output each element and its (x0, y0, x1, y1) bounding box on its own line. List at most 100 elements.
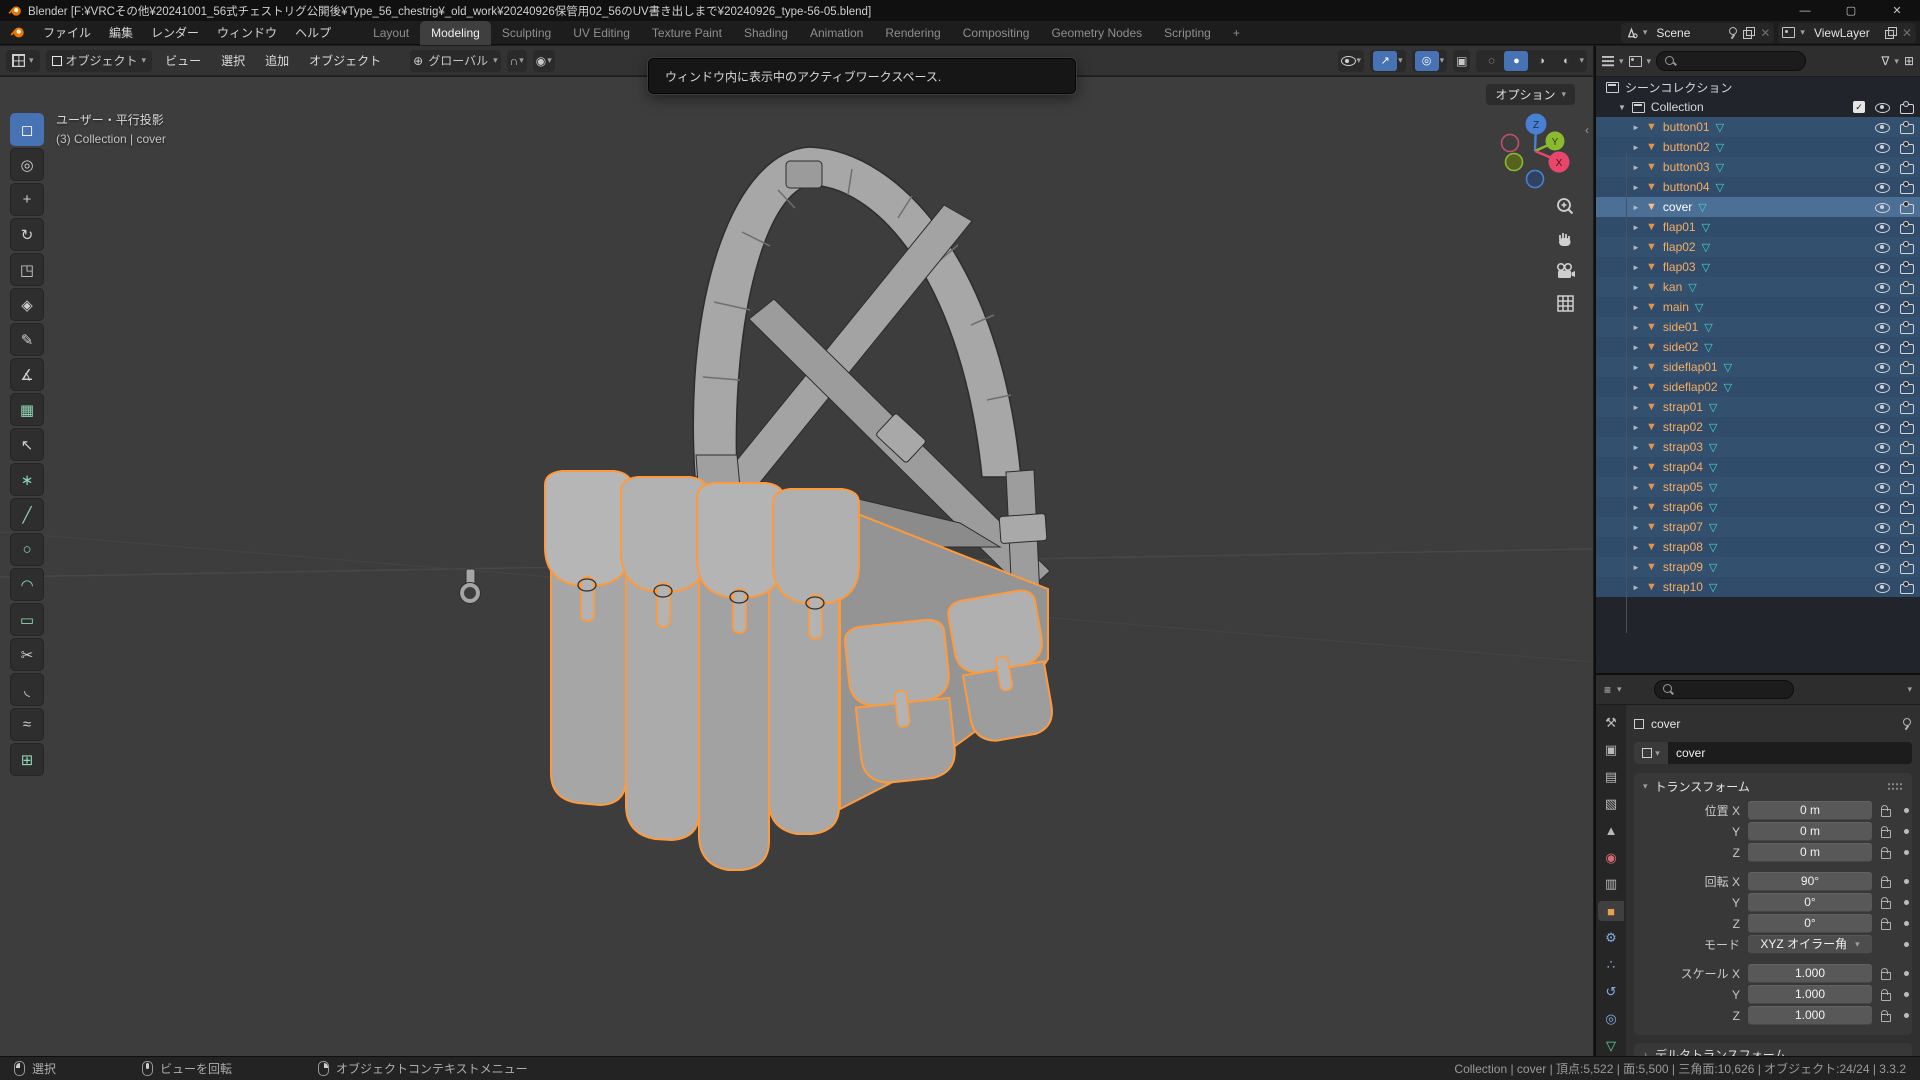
fillet-tool[interactable]: ◟ (10, 673, 44, 706)
transform-panel-header[interactable]: ▾ トランスフォーム (1634, 773, 1912, 799)
minimize-button[interactable]: — (1782, 0, 1828, 21)
hide-eye-icon[interactable] (1875, 322, 1890, 333)
outliner-object-row[interactable]: ► ▼ strap05 ▽ (1596, 477, 1920, 497)
hide-eye-icon[interactable] (1875, 522, 1890, 533)
render-visibility-icon[interactable] (1900, 582, 1914, 593)
workspace-tab[interactable]: Modeling (420, 21, 491, 45)
expand-arrow-icon[interactable]: ► (1632, 203, 1640, 212)
topbar-menu[interactable]: ウィンドウ (208, 21, 286, 45)
render-visibility-icon[interactable] (1900, 262, 1914, 273)
filter-icon[interactable]: ∇ (1881, 54, 1889, 68)
expand-arrow-icon[interactable]: ► (1632, 543, 1640, 552)
outliner-object-row[interactable]: ► ▼ strap07 ▽ (1596, 517, 1920, 537)
hide-eye-icon[interactable] (1875, 582, 1890, 593)
add-point-tool[interactable]: ∗ (10, 463, 44, 496)
animate-dot[interactable] (1904, 971, 1909, 976)
render-visibility-icon[interactable] (1900, 102, 1914, 113)
viewport-menu[interactable]: オブジェクト (302, 52, 388, 69)
expand-arrow-icon[interactable]: ► (1632, 503, 1640, 512)
viewport-menu[interactable]: 追加 (258, 52, 296, 69)
workspace-tab[interactable]: Shading (733, 21, 799, 45)
workspace-tab[interactable]: UV Editing (562, 21, 641, 45)
number-field[interactable]: 1.000 (1748, 1006, 1872, 1025)
transform-tool[interactable]: ◈ (10, 288, 44, 321)
hide-eye-icon[interactable] (1875, 142, 1890, 153)
gizmo-collapse-arrow[interactable]: ‹ (1585, 123, 1589, 137)
chevron-down-icon[interactable]: ▾ (1907, 684, 1912, 695)
animate-dot[interactable] (1904, 850, 1909, 855)
modifiers[interactable]: ⚙ (1598, 928, 1624, 948)
panel-grip-icon[interactable] (1887, 782, 1903, 791)
measure-tool[interactable]: ∡ (10, 358, 44, 391)
object[interactable]: ■ (1598, 901, 1624, 921)
workspace-tab[interactable]: Texture Paint (641, 21, 733, 45)
scene-collection-row[interactable]: シーンコレクション (1596, 77, 1920, 97)
scale-tool[interactable]: ◳ (10, 253, 44, 286)
topbar-menu[interactable]: 編集 (100, 21, 142, 45)
hide-eye-icon[interactable] (1875, 202, 1890, 213)
expand-arrow-icon[interactable]: ► (1632, 583, 1640, 592)
output[interactable]: ▤ (1598, 767, 1624, 787)
add-cube-tool[interactable]: ▦ (10, 393, 44, 426)
lock-icon[interactable] (1880, 805, 1891, 817)
outliner-object-row[interactable]: ► ▼ button04 ▽ (1596, 177, 1920, 197)
expand-arrow-icon[interactable]: ► (1632, 163, 1640, 172)
close-button[interactable]: ✕ (1874, 0, 1920, 21)
workspace-tab[interactable]: Rendering (874, 21, 951, 45)
outliner-object-row[interactable]: ► ▼ strap09 ▽ (1596, 557, 1920, 577)
comb-tool[interactable]: ≈ (10, 708, 44, 741)
viewlayer-selector[interactable]: ▾ ViewLayer ✕ (1778, 23, 1916, 43)
lock-icon[interactable] (1880, 897, 1891, 909)
overlays-toggle[interactable]: ◎▾ (1412, 50, 1448, 72)
display-mode-icon[interactable] (1629, 56, 1642, 67)
xray-toggle[interactable]: ▣ (1453, 50, 1470, 72)
outliner-object-row[interactable]: ► ▼ flap02 ▽ (1596, 237, 1920, 257)
options-dropdown[interactable]: オプション▾ (1486, 84, 1575, 105)
expand-arrow-icon[interactable]: ► (1632, 283, 1640, 292)
workspace-tab[interactable]: Animation (799, 21, 874, 45)
expand-arrow-icon[interactable]: ► (1632, 343, 1640, 352)
topbar-menu[interactable]: ファイル (34, 21, 100, 45)
scene-selector[interactable]: ▾ Scene ✕ (1621, 23, 1775, 43)
editor-type-button[interactable]: ▾ (6, 50, 40, 72)
particles[interactable]: ∴ (1598, 955, 1624, 975)
lock-icon[interactable] (1880, 1010, 1891, 1022)
hide-eye-icon[interactable] (1875, 382, 1890, 393)
outliner-object-row[interactable]: ► ▼ cover ▽ (1596, 197, 1920, 217)
gizmo-negx-button[interactable] (1502, 135, 1519, 152)
outliner-object-row[interactable]: ► ▼ button02 ▽ (1596, 137, 1920, 157)
number-field[interactable]: 0 m (1748, 822, 1872, 841)
expand-arrow-icon[interactable]: ► (1632, 223, 1640, 232)
hide-eye-icon[interactable] (1875, 162, 1890, 173)
outliner-object-row[interactable]: ► ▼ sideflap01 ▽ (1596, 357, 1920, 377)
constraints[interactable]: ◎ (1598, 1009, 1624, 1029)
workspace-tab[interactable]: + (1222, 21, 1251, 45)
render-visibility-icon[interactable] (1900, 242, 1914, 253)
overlays-icon[interactable]: ◎ (1415, 51, 1439, 71)
visibility-dropdown[interactable]: ▾ (1338, 50, 1365, 72)
expand-arrow-icon[interactable]: ► (1632, 443, 1640, 452)
new-collection-icon[interactable]: ⊞ (1904, 54, 1914, 68)
number-field[interactable]: 0° (1748, 914, 1872, 933)
hide-eye-icon[interactable] (1875, 262, 1890, 273)
hide-eye-icon[interactable] (1875, 442, 1890, 453)
lock-icon[interactable] (1880, 989, 1891, 1001)
new-viewlayer-icon[interactable] (1885, 27, 1897, 39)
outliner-object-row[interactable]: ► ▼ strap10 ▽ (1596, 577, 1920, 597)
world[interactable]: ◉ (1598, 848, 1624, 868)
render-visibility-icon[interactable] (1900, 302, 1914, 313)
animate-dot[interactable] (1904, 1013, 1909, 1018)
lock-icon[interactable] (1880, 876, 1891, 888)
annotate-tool[interactable]: ✎ (10, 323, 44, 356)
workspace-tab[interactable]: Compositing (952, 21, 1041, 45)
hide-eye-icon[interactable] (1875, 282, 1890, 293)
outliner-object-row[interactable]: ► ▼ main ▽ (1596, 297, 1920, 317)
knife-tool[interactable]: ✂ (10, 638, 44, 671)
add-arc-tool[interactable]: ◠ (10, 568, 44, 601)
hide-eye-icon[interactable] (1875, 222, 1890, 233)
render-visibility-icon[interactable] (1900, 462, 1914, 473)
expand-arrow-icon[interactable]: ► (1632, 363, 1640, 372)
render-visibility-icon[interactable] (1900, 562, 1914, 573)
hide-eye-icon[interactable] (1875, 562, 1890, 573)
render[interactable]: ▣ (1598, 740, 1624, 760)
